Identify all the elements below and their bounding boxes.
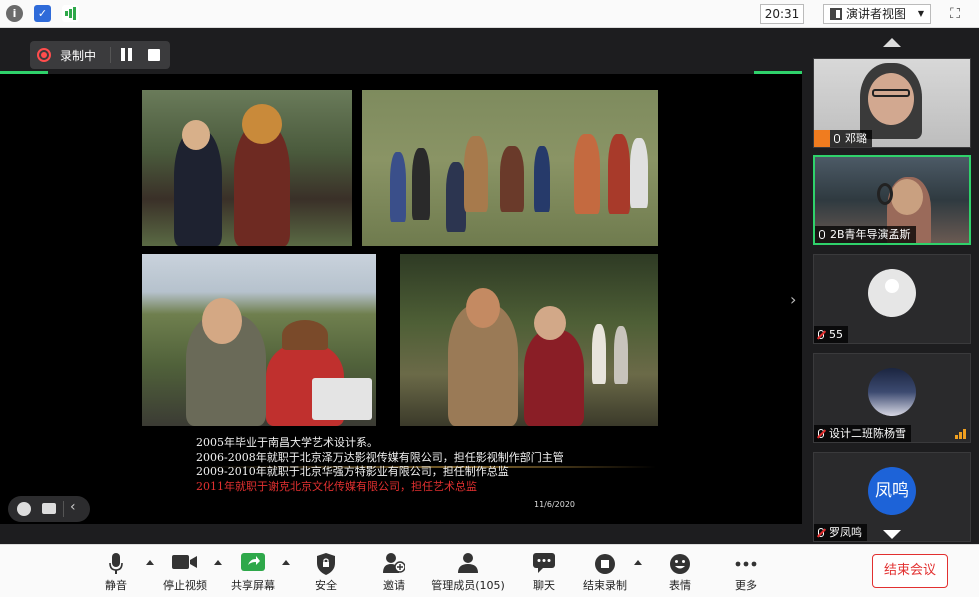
participant-name-tag: 设计二班陈杨雪: [814, 425, 911, 442]
chevron-left-icon[interactable]: ‹: [70, 499, 76, 515]
stop-recording-label: 结束录制: [583, 579, 627, 592]
avatar: [868, 269, 916, 317]
avatar: 凤鸣: [868, 467, 916, 515]
more-dots-icon: [735, 561, 757, 567]
participant-name: 邓璐: [845, 132, 867, 145]
slide-photo: [362, 90, 658, 246]
participant-name: 罗凤鸣: [829, 526, 862, 539]
participant-name-tag: 罗凤鸣: [814, 524, 867, 541]
caret-up-icon[interactable]: [634, 560, 642, 565]
more-button[interactable]: 更多: [726, 545, 766, 597]
record-icon: [37, 48, 51, 62]
slide-date: 11/6/2020: [534, 500, 576, 509]
mute-label: 静音: [105, 579, 127, 592]
invite-label: 邀请: [383, 579, 405, 592]
zoom-window: i ✓ 20:31 演讲者视图 ▼ ⛶ 录制中 2005年毕业于南昌大学艺术设计…: [0, 0, 979, 597]
video-tile[interactable]: 邓璐: [813, 58, 971, 148]
stop-video-button[interactable]: 停止视频: [160, 545, 210, 597]
stop-video-label: 停止视频: [163, 579, 207, 592]
reactions-label: 表情: [669, 579, 691, 592]
slide-text-highlight: 2011年就职于谢克北京文化传媒有限公司，担任艺术总监: [196, 479, 477, 493]
shared-screen: 录制中 2005年毕业于南昌大学艺术设计系。 2006-2008年就职于北京泽万…: [0, 28, 805, 544]
video-tile[interactable]: 55: [813, 254, 971, 344]
mic-icon: [819, 230, 825, 239]
slide-text-line: 2006-2008年就职于北京泽万达影视传媒有限公司，担任影视制作部门主管: [196, 450, 564, 464]
stop-record-icon: [595, 554, 615, 574]
invite-button[interactable]: 邀请: [374, 545, 414, 597]
avatar: [868, 368, 916, 416]
slide-text-line: 2005年毕业于南昌大学艺术设计系。: [196, 436, 378, 449]
speaker-view-icon: [830, 8, 842, 20]
security-button[interactable]: 安全: [306, 545, 346, 597]
stop-recording-button[interactable]: 结束录制: [580, 545, 630, 597]
caret-up-icon[interactable]: [146, 560, 154, 565]
presentation-slide: 2005年毕业于南昌大学艺术设计系。 2006-2008年就职于北京泽万达影视传…: [0, 74, 802, 524]
participant-gallery: 邓璐 2B青年导演孟斯 55 设计二班陈杨雪 凤鸣 罗凤鸣: [805, 28, 979, 544]
view-switch-button[interactable]: 演讲者视图 ▼: [823, 4, 931, 24]
network-signal-icon[interactable]: [62, 5, 79, 22]
chat-label: 聊天: [533, 579, 555, 592]
top-bar: i ✓ 20:31 演讲者视图 ▼ ⛶: [0, 0, 979, 28]
fullscreen-icon[interactable]: ⛶: [946, 5, 964, 23]
scroll-down-icon[interactable]: [883, 530, 901, 539]
participants-icon: [458, 553, 478, 573]
microphone-icon: [109, 553, 123, 574]
mic-muted-icon: [818, 429, 824, 438]
info-icon[interactable]: i: [6, 5, 23, 22]
participant-name-tag: 55: [814, 326, 848, 343]
participant-name: 设计二班陈杨雪: [829, 427, 906, 440]
participant-name-tag: 邓璐: [814, 130, 872, 147]
view-switch-label: 演讲者视图: [846, 7, 907, 21]
chevron-right-icon[interactable]: ›: [790, 290, 796, 309]
video-tile[interactable]: 设计二班陈杨雪: [813, 353, 971, 443]
share-screen-label: 共享屏幕: [231, 579, 275, 592]
mute-button[interactable]: 静音: [96, 545, 136, 597]
video-tile-active-speaker[interactable]: 2B青年导演孟斯: [813, 155, 971, 245]
participant-name: 2B青年导演孟斯: [830, 228, 911, 241]
add-user-icon: [383, 553, 405, 573]
participant-name-tag: 2B青年导演孟斯: [815, 226, 916, 243]
divider: [63, 501, 64, 517]
video-tile[interactable]: 凤鸣 罗凤鸣: [813, 452, 971, 542]
slide-text-line: 2009-2010年就职于北京华强方特影业有限公司，担任制作总监: [196, 465, 509, 478]
security-label: 安全: [315, 579, 337, 592]
scroll-up-icon[interactable]: [883, 38, 901, 47]
participant-name: 55: [829, 328, 843, 341]
slide-photo: [142, 254, 376, 426]
share-screen-icon: [241, 553, 265, 571]
caret-up-icon[interactable]: [214, 560, 222, 565]
end-meeting-button[interactable]: 结束会议: [872, 554, 948, 588]
participants-label: 管理成员(105): [431, 579, 505, 592]
slide-photo: [400, 254, 658, 426]
caret-down-icon: ▼: [917, 9, 924, 18]
stop-recording-button[interactable]: [148, 49, 160, 61]
more-label: 更多: [735, 579, 757, 592]
mic-muted-icon: [818, 528, 824, 537]
reactions-button[interactable]: 表情: [660, 545, 700, 597]
slide-photo: [142, 90, 352, 246]
host-icon: [814, 130, 830, 147]
chat-bubble-icon: [533, 553, 555, 573]
recording-indicator: 录制中: [30, 41, 170, 69]
mic-muted-icon: [818, 330, 824, 339]
chat-button[interactable]: 聊天: [524, 545, 564, 597]
signal-strength-icon: [954, 420, 966, 439]
mic-icon: [834, 134, 840, 143]
video-camera-icon: [172, 555, 197, 569]
meeting-toolbar: 静音 停止视频 共享屏幕 安全 邀请 管理成员(105) 聊天 结束录制 表情 …: [0, 544, 979, 597]
caret-up-icon[interactable]: [282, 560, 290, 565]
meeting-time: 20:31: [760, 4, 804, 24]
shield-icon[interactable]: ✓: [34, 5, 51, 22]
chat-bubble-icon[interactable]: [42, 503, 56, 514]
divider: [110, 47, 111, 63]
slide-bio-text: 2005年毕业于南昌大学艺术设计系。 2006-2008年就职于北京泽万达影视传…: [196, 436, 616, 494]
pause-recording-button[interactable]: [116, 45, 138, 65]
emoji-icon[interactable]: [17, 502, 31, 516]
shield-icon: [317, 553, 335, 575]
share-screen-button[interactable]: 共享屏幕: [228, 545, 278, 597]
participants-button[interactable]: 管理成员(105): [428, 545, 508, 597]
emoji-icon: [670, 554, 690, 574]
floating-reactions-bar: ‹: [8, 496, 90, 522]
recording-label: 录制中: [60, 49, 97, 63]
